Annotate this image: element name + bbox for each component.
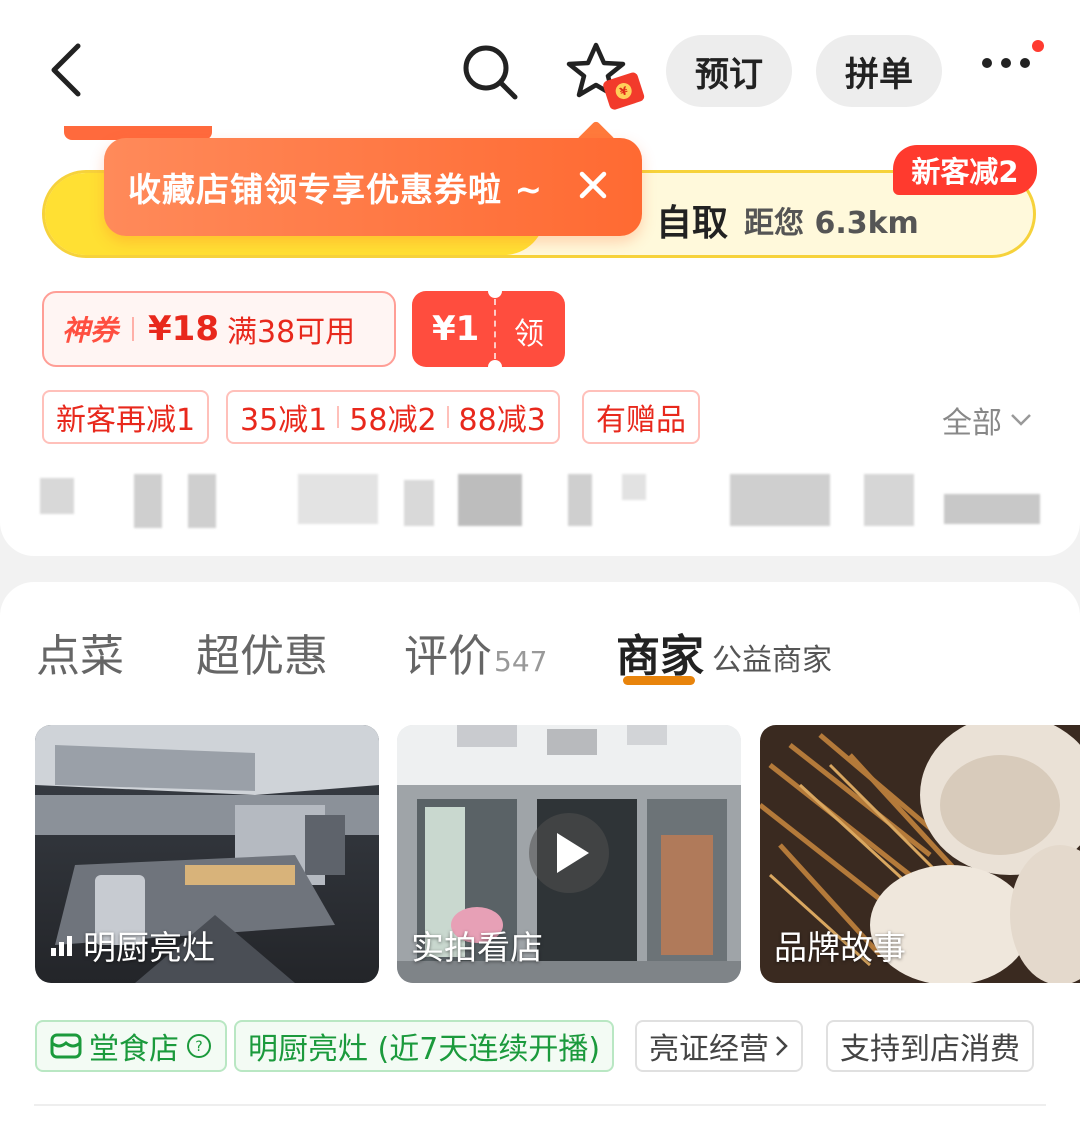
god-coupon-tag: 神券	[62, 314, 119, 347]
store-icon	[50, 1033, 82, 1059]
god-coupon[interactable]: 神券 ¥18 满38可用	[42, 291, 396, 367]
license-label: 亮证经营	[649, 1032, 769, 1067]
small-coupon-amount: ¥1	[432, 309, 480, 349]
claim-label: 领	[514, 317, 544, 352]
search-icon[interactable]	[460, 42, 520, 106]
close-icon[interactable]	[574, 166, 612, 204]
tile-kitchen-label: 明厨亮灶	[49, 921, 215, 969]
chevron-down-icon	[1011, 414, 1031, 426]
promo-new-customer[interactable]: 新客再减1	[42, 390, 210, 444]
help-icon[interactable]: ?	[185, 1032, 213, 1060]
charity-merchant-label: 公益商家	[712, 643, 832, 678]
more-icon[interactable]	[982, 58, 1030, 68]
reserve-button[interactable]: 预订	[666, 35, 792, 107]
divider	[34, 1104, 1046, 1106]
tab-merchant[interactable]: 商家	[616, 620, 704, 684]
distance-text: 距您 6.3km	[744, 206, 919, 241]
group-order-button[interactable]: 拼单	[816, 35, 942, 107]
active-tab-indicator	[623, 676, 695, 685]
claim-coupon-button[interactable]: ¥1 领	[412, 284, 565, 374]
tile-kitchen-text: 明厨亮灶	[83, 928, 215, 967]
tab-deals[interactable]: 超优惠	[196, 620, 328, 684]
tile-open-kitchen[interactable]: 明厨亮灶	[35, 725, 379, 983]
open-kitchen-tag[interactable]: 明厨亮灶 (近7天连续开播)	[234, 1020, 615, 1072]
all-promos-label: 全部	[942, 406, 1002, 441]
dine-in-tag[interactable]: 堂食店 ?	[35, 1020, 227, 1072]
tab-reviews[interactable]: 评价547	[404, 620, 547, 684]
svg-text:?: ?	[195, 1039, 202, 1055]
tab-order[interactable]: 点菜	[36, 620, 124, 684]
god-coupon-amount: ¥18	[148, 309, 219, 349]
promo-tiers[interactable]: 35减1 58减2 88减3	[226, 390, 560, 444]
notification-dot	[1032, 40, 1044, 52]
back-arrow-icon[interactable]	[44, 40, 88, 100]
tile-store-label: 实拍看店	[411, 928, 543, 967]
promo-tier-3: 88减3	[458, 403, 546, 438]
tooltip-text: 收藏店铺领专享优惠券啦 ~	[128, 170, 544, 209]
promo-gift[interactable]: 有赠品	[582, 390, 700, 444]
in-store-tag[interactable]: 支持到店消费	[826, 1020, 1034, 1072]
chevron-right-icon	[776, 1036, 788, 1056]
tile-brand-story[interactable]: 品牌故事	[760, 725, 1080, 983]
blurred-info-row	[40, 470, 1040, 530]
all-promos-link[interactable]: 全部	[942, 398, 1032, 442]
red-envelope-icon: ¥	[598, 70, 650, 118]
dine-in-label: 堂食店	[89, 1032, 179, 1067]
favorite-coupon-tooltip[interactable]: 收藏店铺领专享优惠券啦 ~	[104, 138, 642, 236]
live-signal-icon	[51, 936, 72, 956]
promo-tier-1: 35减1	[240, 403, 328, 438]
pickup-mode: 自取	[656, 203, 729, 244]
tile-brand-label: 品牌故事	[774, 928, 906, 967]
tile-store-video[interactable]: 实拍看店	[397, 725, 741, 983]
god-coupon-condition: 满38可用	[227, 315, 356, 350]
tab-reviews-label: 评价	[404, 631, 492, 682]
license-tag[interactable]: 亮证经营	[635, 1020, 803, 1072]
promo-tier-2: 58减2	[349, 403, 437, 438]
new-customer-badge: 新客减2	[893, 145, 1037, 195]
review-count: 547	[494, 645, 548, 678]
